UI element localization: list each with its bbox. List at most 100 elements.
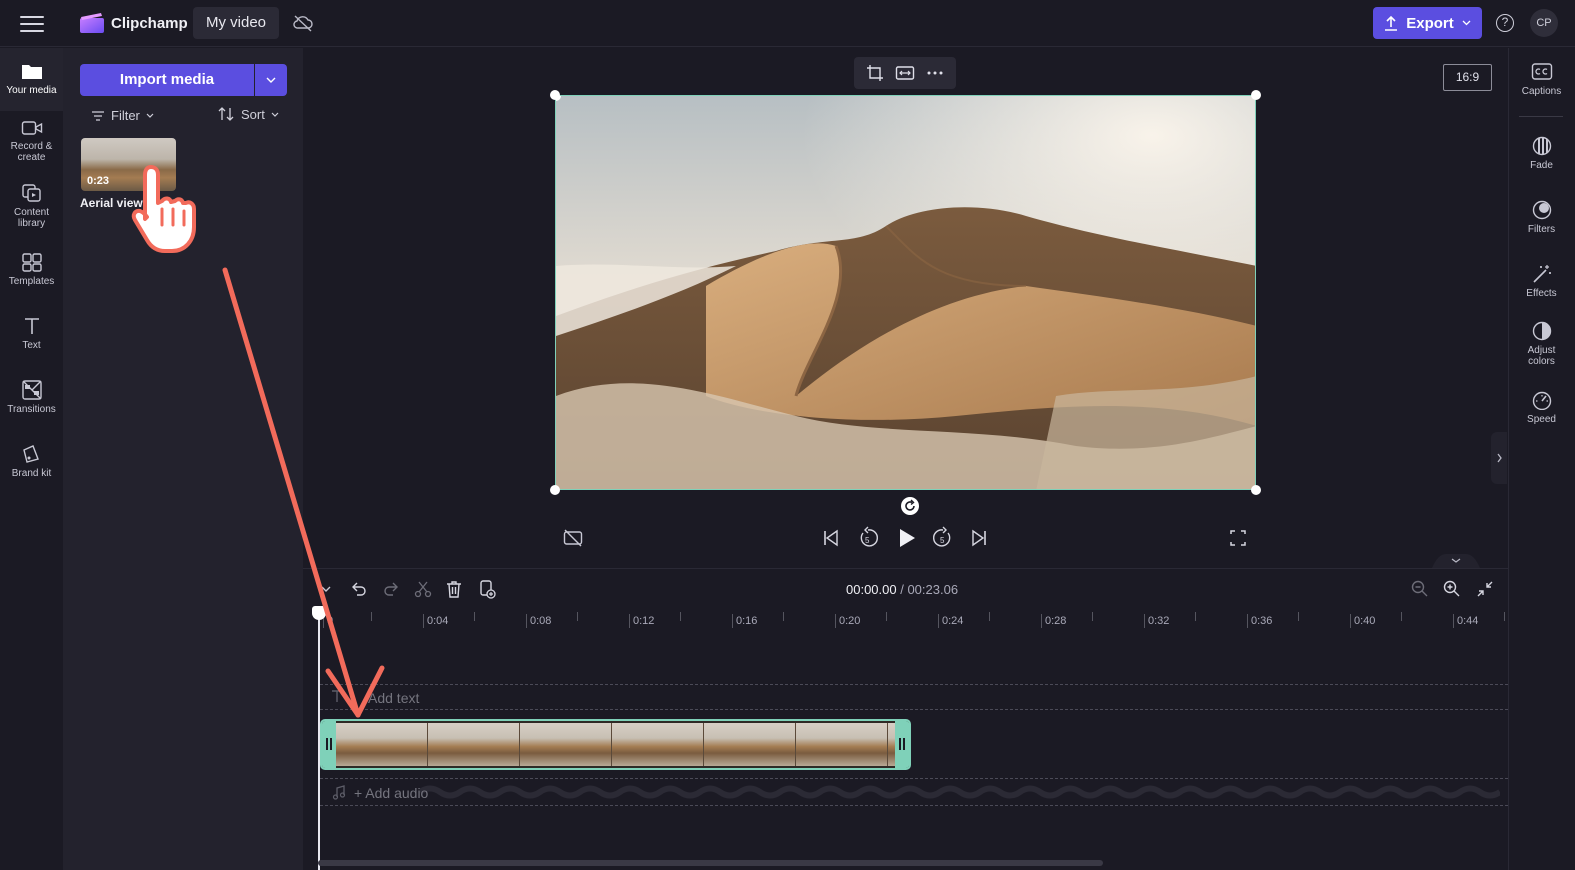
skip-to-start-icon[interactable] xyxy=(822,525,840,551)
templates-icon xyxy=(21,253,42,272)
ruler-tick xyxy=(1401,612,1402,621)
split-icon[interactable] xyxy=(413,579,433,599)
effects-icon xyxy=(1532,265,1551,283)
import-media-button[interactable]: Import media xyxy=(80,64,254,96)
audio-waveform-placeholder xyxy=(420,785,1500,799)
help-icon[interactable]: ? xyxy=(1496,14,1514,32)
ruler-label: 0:36 xyxy=(1247,614,1272,628)
ruler-tick xyxy=(474,612,475,621)
sidebar-item-your-media[interactable]: Your media xyxy=(0,48,63,111)
sidebar-item-transitions[interactable]: Transitions xyxy=(0,380,63,428)
sidebar-item-adjust-colors[interactable]: Adjust colors xyxy=(1508,321,1575,367)
more-options-icon[interactable] xyxy=(926,64,944,82)
sidebar-item-label: Content library xyxy=(13,207,50,229)
clipchamp-editor: Clipchamp My video Export ? CP Your medi… xyxy=(0,0,1575,870)
music-note-icon xyxy=(332,785,346,800)
clip-trim-handle-right[interactable] xyxy=(895,721,909,768)
ruler-label: 0:24 xyxy=(938,614,963,628)
forward-5-seconds-icon[interactable]: 5 xyxy=(932,525,954,551)
duplicate-icon[interactable] xyxy=(477,579,497,599)
sort-icon xyxy=(218,107,234,121)
collapse-property-panel-button[interactable] xyxy=(1491,432,1507,484)
ruler-tick xyxy=(886,612,887,621)
timeline-scrollbar[interactable] xyxy=(318,860,1103,866)
clip-trim-handle-left[interactable] xyxy=(322,721,336,768)
hide-preview-icon[interactable] xyxy=(563,525,583,551)
sidebar-item-fade[interactable]: Fade xyxy=(1508,136,1575,171)
adjust-colors-icon xyxy=(1532,321,1551,341)
property-sidebar xyxy=(1508,48,1575,870)
skip-to-end-icon[interactable] xyxy=(970,525,988,551)
folder-icon xyxy=(21,65,42,79)
brand-kit-icon xyxy=(22,445,39,463)
sort-label: Sort xyxy=(241,106,265,122)
captions-icon xyxy=(1531,63,1552,80)
chevron-down-icon xyxy=(1462,20,1471,26)
avatar[interactable]: CP xyxy=(1530,9,1558,37)
sort-button[interactable]: Sort xyxy=(217,106,279,122)
desert-dunes-image xyxy=(556,96,1255,489)
fit-timeline-icon[interactable] xyxy=(1475,579,1495,599)
top-bar: Clipchamp My video Export ? CP xyxy=(0,0,1575,47)
video-preview[interactable] xyxy=(555,95,1256,490)
sidebar-item-text[interactable]: Text xyxy=(0,316,63,364)
import-options-button[interactable] xyxy=(255,64,287,96)
sidebar-item-templates[interactable]: Templates xyxy=(0,252,63,300)
rewind-5-seconds-icon[interactable]: 5 xyxy=(857,525,879,551)
sidebar-item-label: Effects xyxy=(1526,288,1557,299)
aspect-ratio-button[interactable]: 16:9 xyxy=(1443,64,1492,91)
chevron-down-icon xyxy=(146,113,154,118)
sidebar-item-effects[interactable]: Effects xyxy=(1508,264,1575,299)
play-icon[interactable] xyxy=(897,525,917,551)
resize-handle-top-left[interactable] xyxy=(550,90,560,100)
text-track[interactable] xyxy=(320,684,1508,710)
sidebar-item-label: Templates xyxy=(8,276,55,287)
fullscreen-icon[interactable] xyxy=(1228,525,1248,551)
menu-icon[interactable] xyxy=(20,13,44,33)
redo-icon[interactable] xyxy=(381,579,401,599)
sidebar-item-speed[interactable]: Speed xyxy=(1508,390,1575,425)
sidebar-item-brand-kit[interactable]: Brand kit xyxy=(0,444,63,492)
undo-icon[interactable] xyxy=(349,579,369,599)
sidebar-item-label: Adjust colors xyxy=(1527,345,1556,367)
sidebar-item-label: Transitions xyxy=(7,404,56,415)
expand-timeline-icon[interactable] xyxy=(1432,552,1480,568)
ruler-label: 0:44 xyxy=(1453,614,1478,628)
clip-frame xyxy=(336,723,428,766)
playhead[interactable] xyxy=(318,612,320,870)
svg-text:5: 5 xyxy=(940,536,945,545)
ruler-tick xyxy=(1092,612,1093,621)
add-audio-button[interactable]: + Add audio xyxy=(354,785,428,801)
add-text-button[interactable]: Add text xyxy=(368,690,419,706)
ruler-label: 0:04 xyxy=(423,614,448,628)
filter-button[interactable]: Filter xyxy=(91,108,154,123)
playhead-handle[interactable] xyxy=(312,606,326,620)
sidebar-item-filters[interactable]: Filters xyxy=(1508,200,1575,235)
cloud-off-icon[interactable] xyxy=(292,13,314,33)
zoom-out-icon[interactable] xyxy=(1410,579,1430,599)
sidebar-item-label: Brand kit xyxy=(11,468,52,479)
sidebar-item-content-library[interactable]: Content library xyxy=(0,183,63,239)
ruler-tick xyxy=(577,612,578,621)
resize-handle-bottom-left[interactable] xyxy=(550,485,560,495)
video-clip[interactable] xyxy=(320,719,911,770)
zoom-in-icon[interactable] xyxy=(1442,579,1462,599)
fit-icon[interactable] xyxy=(895,65,915,81)
select-icon[interactable] xyxy=(318,579,338,599)
preview-floating-toolbar xyxy=(854,57,956,89)
sidebar-item-record-create[interactable]: Record & create xyxy=(0,119,63,175)
sidebar-item-captions[interactable]: Captions xyxy=(1508,62,1575,97)
resize-handle-bottom-right[interactable] xyxy=(1251,485,1261,495)
clip-frame xyxy=(612,723,704,766)
clipchamp-logo-icon xyxy=(80,13,104,33)
crop-icon[interactable] xyxy=(866,64,884,82)
export-button[interactable]: Export xyxy=(1373,7,1482,39)
rotate-icon[interactable] xyxy=(901,497,919,515)
delete-icon[interactable] xyxy=(444,579,464,599)
sidebar-item-label: Text xyxy=(22,340,41,351)
project-title[interactable]: My video xyxy=(193,7,280,39)
ruler-tick xyxy=(1504,612,1505,621)
audio-track[interactable] xyxy=(320,778,1508,806)
resize-handle-top-right[interactable] xyxy=(1251,90,1261,100)
ruler-tick xyxy=(1298,612,1299,621)
